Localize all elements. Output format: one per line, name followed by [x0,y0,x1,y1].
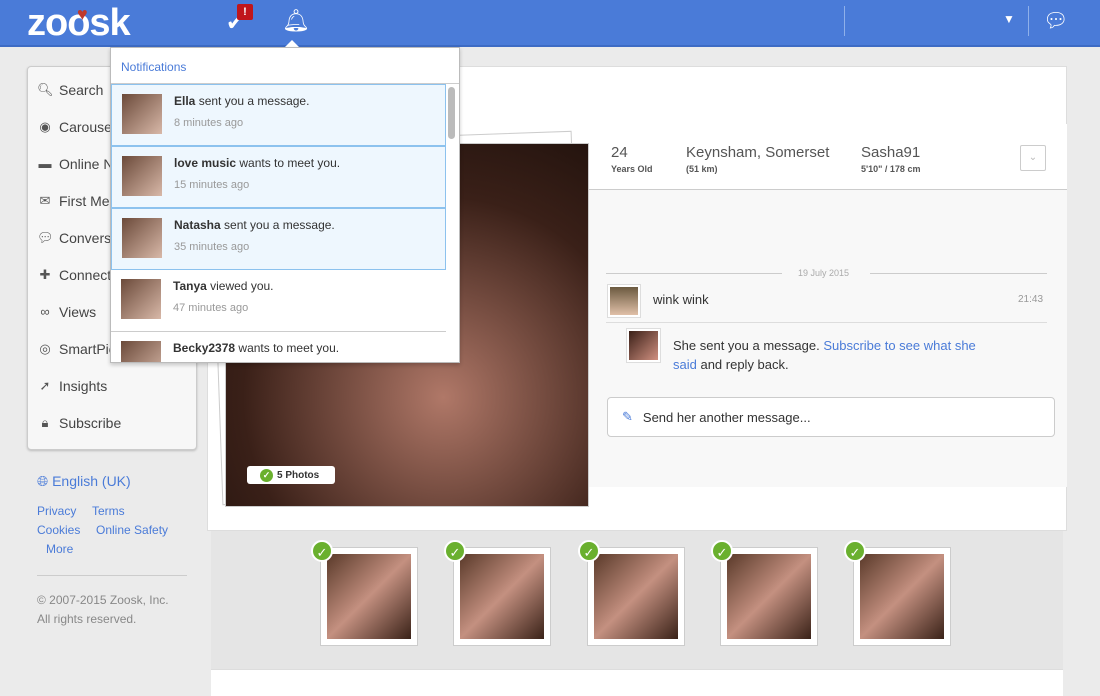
zoosk-logo[interactable]: zoosk ♥ [27,2,131,45]
glasses-icon: ∞ [40,304,50,319]
photos-count-badge[interactable]: ✓ 5 Photos [247,466,335,484]
terms-link[interactable]: Terms [92,504,125,518]
notification-text: Ella sent you a message. [174,94,310,108]
target-icon: ◎ [39,340,51,356]
chevron-down-icon[interactable]: ▼ [1003,12,1015,26]
notifications-dropdown: Notifications Ella sent you a message. 8 … [110,47,460,363]
globe-icon: 🌐︎ [37,473,49,489]
age: 24 [611,144,628,161]
verified-check-icon: ✓ [844,540,866,562]
rights: All rights reserved. [37,612,137,626]
notification-time: 15 minutes ago [174,179,250,191]
insights-icon: ➚ [39,377,51,393]
sidebar-item-label: Subscribe [59,414,122,431]
sidebar-item-label: Views [59,303,97,320]
photo-thumbnail[interactable]: ✓ [844,540,951,646]
notification-time: 47 minutes ago [173,302,249,314]
verified-check-icon: ✓ [711,540,733,562]
notification-time: 35 minutes ago [174,241,250,253]
avatar [121,341,161,362]
divider [37,575,187,576]
sidebar-item-label: Search [59,81,104,98]
locked-message: She sent you a message. Subscribe to see… [673,338,976,372]
online-icon: ▬ [38,156,52,171]
messages-icon[interactable]: 💬︎ [1043,8,1068,33]
avatar [122,94,162,134]
search-icon: 🔍︎ [37,81,54,97]
notification-item[interactable]: Becky2378 wants to meet you. [111,332,446,362]
her-avatar[interactable] [626,328,661,363]
my-avatar[interactable] [607,284,641,318]
avatar [121,279,161,319]
sidebar-item-subscribe[interactable]: 🔒︎ Subscribe [28,404,196,441]
privacy-link[interactable]: Privacy [37,504,76,518]
notification-time: 8 minutes ago [174,117,244,129]
alert-badge: ! [237,4,253,20]
divider [606,322,1047,323]
notification-item[interactable]: Tanya viewed you. 47 minutes ago [111,270,446,332]
distance: (51 km) [686,164,718,174]
verified-check-icon: ✓ [578,540,600,562]
avatar [122,218,162,258]
notifications-title: Notifications [111,48,459,84]
copyright: © 2007-2015 Zoosk, Inc. [37,593,169,607]
username: Sasha91 [861,144,921,161]
verified-check-icon: ✓ [311,540,333,562]
carousel-icon: ◉ [39,118,51,134]
chat-icon: 💬︎ [37,229,54,245]
height: 5'10" / 178 cm [861,164,921,174]
my-message: wink wink [653,292,709,307]
notification-text: love music wants to meet you. [174,156,341,170]
lock-icon: 🔒︎ [41,414,49,430]
verified-check-icon: ✓ [444,540,466,562]
notification-text: Natasha sent you a message. [174,218,335,232]
avatar [122,156,162,196]
notification-item[interactable]: Ella sent you a message. 8 minutes ago [111,84,446,146]
language-link[interactable]: 🌐︎ English (UK) [37,473,131,490]
age-label: Years Old [611,164,653,174]
cookies-link[interactable]: Cookies [37,523,80,537]
divider [844,6,845,36]
top-bar: zoosk ♥ ✔ ! 🔔︎ ▼ 💬︎ [0,0,1100,47]
more-link[interactable]: More [46,542,73,556]
sidebar-item-label: Insights [59,377,108,394]
notification-text: Becky2378 wants to meet you. [173,341,340,355]
message-time: 21:43 [1018,294,1044,305]
notification-item[interactable]: Natasha sent you a message. 35 minutes ag… [111,208,446,270]
notification-item[interactable]: love music wants to meet you. 15 minutes … [111,146,446,208]
location: Keynsham, Somerset [686,144,830,161]
add-user-icon: ✚ [39,266,51,282]
sidebar-item-label: Carousel [59,118,116,135]
bottom-panel [211,669,1063,696]
divider [870,273,1047,274]
sidebar-item-insights[interactable]: ➚ Insights [28,367,196,404]
profile-header: 24 Years Old Keynsham, Somerset (51 km) … [588,124,1067,190]
heart-icon: ♥ [77,4,88,24]
divider [606,273,782,274]
photo-thumbnail[interactable]: ✓ [444,540,551,646]
photo-thumbnail[interactable]: ✓ [711,540,818,646]
verified-check-icon: ✓ [260,468,273,482]
profile-options-button[interactable]: ⌄ [1020,145,1046,171]
pencil-icon: ✎ [622,409,633,424]
online-safety-link[interactable]: Online Safety [96,523,168,537]
date-separator: 19 July 2015 [798,268,850,278]
photo-thumbnail[interactable]: ✓ [311,540,418,646]
divider [1028,6,1029,36]
notification-text: Tanya viewed you. [173,279,274,293]
scrollbar[interactable] [448,87,455,139]
photo-thumbnail[interactable]: ✓ [578,540,685,646]
bell-icon[interactable]: 🔔︎ [282,8,310,34]
envelope-icon: ✉ [39,192,51,208]
message-input[interactable]: ✎ Send her another message... [607,397,1055,437]
